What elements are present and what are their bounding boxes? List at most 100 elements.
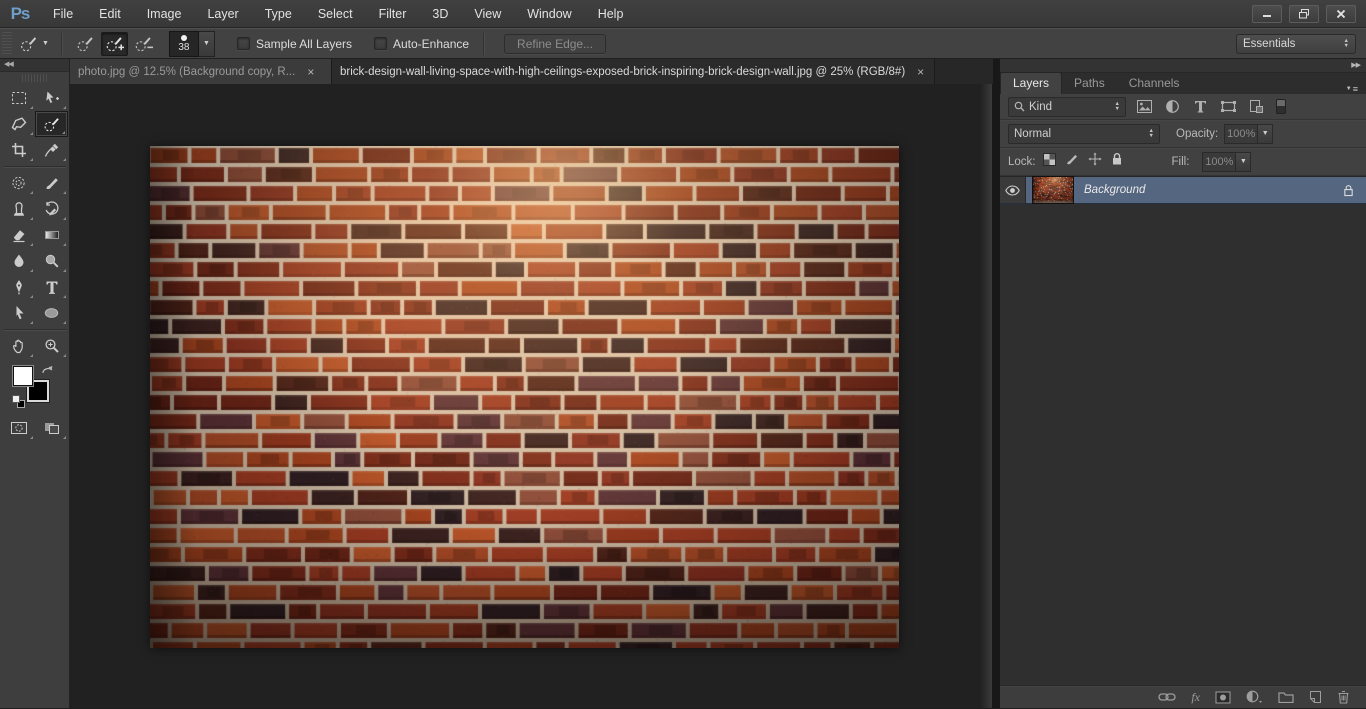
quick-selection-tool[interactable] <box>35 111 68 137</box>
add-layer-mask-button[interactable] <box>1215 691 1231 704</box>
gradient-tool[interactable] <box>35 222 68 248</box>
brush-size-picker[interactable]: 38 ▼ <box>169 31 215 57</box>
filter-kind-dropdown[interactable]: Kind ▲▼ <box>1008 97 1126 117</box>
restore-button[interactable] <box>1289 5 1319 23</box>
add-to-selection-icon <box>105 35 124 53</box>
type-tool[interactable] <box>35 274 68 300</box>
clone-stamp-tool[interactable] <box>2 196 35 222</box>
filter-shape-layers-icon[interactable] <box>1218 99 1238 114</box>
default-colors-button[interactable] <box>12 395 26 409</box>
canvas-area[interactable] <box>70 84 993 708</box>
zoom-tool[interactable] <box>35 333 68 359</box>
dodge-tool[interactable] <box>35 248 68 274</box>
fill-value[interactable]: 100% <box>1202 152 1236 172</box>
layer-style-button[interactable]: fx <box>1191 690 1200 705</box>
blend-mode-dropdown[interactable]: Normal ▲▼ <box>1008 124 1160 144</box>
polygonal-lasso-tool[interactable] <box>2 111 35 137</box>
menu-image[interactable]: Image <box>134 0 195 28</box>
menu-3d[interactable]: 3D <box>419 0 461 28</box>
new-layer-button[interactable] <box>1309 690 1322 704</box>
move-tool[interactable] <box>35 85 68 111</box>
layer-visibility-cell[interactable] <box>1000 177 1026 203</box>
screen-mode-button[interactable] <box>35 415 68 441</box>
quick-mask-mode-button[interactable] <box>2 415 35 441</box>
opacity-dropdown[interactable]: ▼ <box>1258 124 1273 144</box>
collapse-tools-button[interactable]: ◀◀ <box>0 59 69 72</box>
pen-tool[interactable] <box>2 274 35 300</box>
blur-tool[interactable] <box>2 248 35 274</box>
document-tab-photo[interactable]: photo.jpg @ 12.5% (Background copy, R...… <box>70 59 332 84</box>
close-button[interactable] <box>1326 5 1356 23</box>
search-icon <box>1014 101 1025 112</box>
minimize-button[interactable] <box>1252 5 1282 23</box>
document-tab-brick[interactable]: brick-design-wall-living-space-with-high… <box>332 59 935 84</box>
lock-position-icon[interactable] <box>1088 152 1102 171</box>
document-image[interactable] <box>150 146 899 648</box>
filter-adjustment-layers-icon[interactable] <box>1162 99 1182 114</box>
tool-options-bar: ▼ <box>0 28 1366 59</box>
layer-row-background[interactable]: Background <box>1000 177 1366 204</box>
sample-all-layers-checkbox[interactable] <box>237 37 250 50</box>
rectangular-marquee-tool[interactable] <box>2 85 35 111</box>
tab-layers[interactable]: Layers <box>1000 72 1062 94</box>
swap-colors-button[interactable] <box>41 363 55 381</box>
menu-select[interactable]: Select <box>305 0 366 28</box>
menu-layer[interactable]: Layer <box>194 0 251 28</box>
move-icon <box>43 90 60 106</box>
eyedropper-tool[interactable] <box>35 137 68 163</box>
link-layers-button[interactable] <box>1158 692 1176 702</box>
fill-dropdown[interactable]: ▼ <box>1236 152 1251 172</box>
tab-paths[interactable]: Paths <box>1062 73 1117 94</box>
menu-window[interactable]: Window <box>514 0 584 28</box>
refine-edge-button[interactable]: Refine Edge... <box>504 34 606 54</box>
auto-enhance-checkbox[interactable] <box>374 37 387 50</box>
brush-size-dropdown[interactable]: ▼ <box>199 31 215 57</box>
tools-panel-grip[interactable] <box>22 74 47 82</box>
ellipse-shape-tool[interactable] <box>35 300 68 326</box>
opacity-value[interactable]: 100% <box>1224 124 1258 144</box>
crop-tool[interactable] <box>2 137 35 163</box>
opacity-control: 100% ▼ <box>1224 124 1273 144</box>
quick-selection-icon <box>19 35 39 53</box>
layer-mask-icon <box>1215 691 1231 704</box>
tab-close-icon[interactable]: × <box>305 66 316 78</box>
lock-transparent-pixels-icon[interactable] <box>1043 153 1056 171</box>
layer-name: Background <box>1084 184 1145 196</box>
menu-edit[interactable]: Edit <box>86 0 134 28</box>
tab-channels[interactable]: Channels <box>1117 73 1192 94</box>
spot-healing-brush-tool[interactable] <box>2 170 35 196</box>
history-brush-tool[interactable] <box>35 196 68 222</box>
path-selection-tool[interactable] <box>2 300 35 326</box>
lock-image-pixels-icon[interactable] <box>1065 152 1079 171</box>
zoom-icon <box>44 338 60 354</box>
menu-help[interactable]: Help <box>585 0 637 28</box>
filter-pixel-layers-icon[interactable] <box>1134 99 1154 114</box>
tab-close-icon[interactable]: × <box>915 66 926 78</box>
collapse-panels-button[interactable]: ▶▶ <box>1000 59 1366 73</box>
lock-all-icon[interactable] <box>1111 152 1123 171</box>
gradient-icon <box>44 227 60 243</box>
brush-tool[interactable] <box>35 170 68 196</box>
adjustment-layer-button[interactable] <box>1246 690 1263 704</box>
tool-preset-picker[interactable]: ▼ <box>15 33 55 55</box>
menu-view[interactable]: View <box>461 0 514 28</box>
menu-filter[interactable]: Filter <box>366 0 420 28</box>
updown-arrows-icon: ▲▼ <box>1149 129 1154 138</box>
filter-smart-objects-icon[interactable] <box>1246 99 1266 114</box>
delete-layer-button[interactable] <box>1337 690 1350 704</box>
photoshop-window: Ps File Edit Image Layer Type Select Fil… <box>0 0 1366 709</box>
hand-tool[interactable] <box>2 333 35 359</box>
menu-type[interactable]: Type <box>252 0 305 28</box>
layer-thumbnail[interactable] <box>1032 176 1074 204</box>
layer-filter-toggle[interactable] <box>1276 99 1286 114</box>
add-to-selection-button[interactable] <box>101 32 128 56</box>
new-selection-button[interactable] <box>72 32 99 56</box>
eraser-tool[interactable] <box>2 222 35 248</box>
menu-file[interactable]: File <box>40 0 86 28</box>
foreground-color-swatch[interactable] <box>12 365 34 387</box>
panel-menu-button[interactable]: ▼≡ <box>1346 84 1366 94</box>
filter-type-layers-icon[interactable] <box>1190 99 1210 114</box>
subtract-from-selection-button[interactable] <box>130 32 157 56</box>
new-group-button[interactable] <box>1278 691 1294 703</box>
workspace-switcher[interactable]: Essentials ▲▼ <box>1236 34 1356 54</box>
